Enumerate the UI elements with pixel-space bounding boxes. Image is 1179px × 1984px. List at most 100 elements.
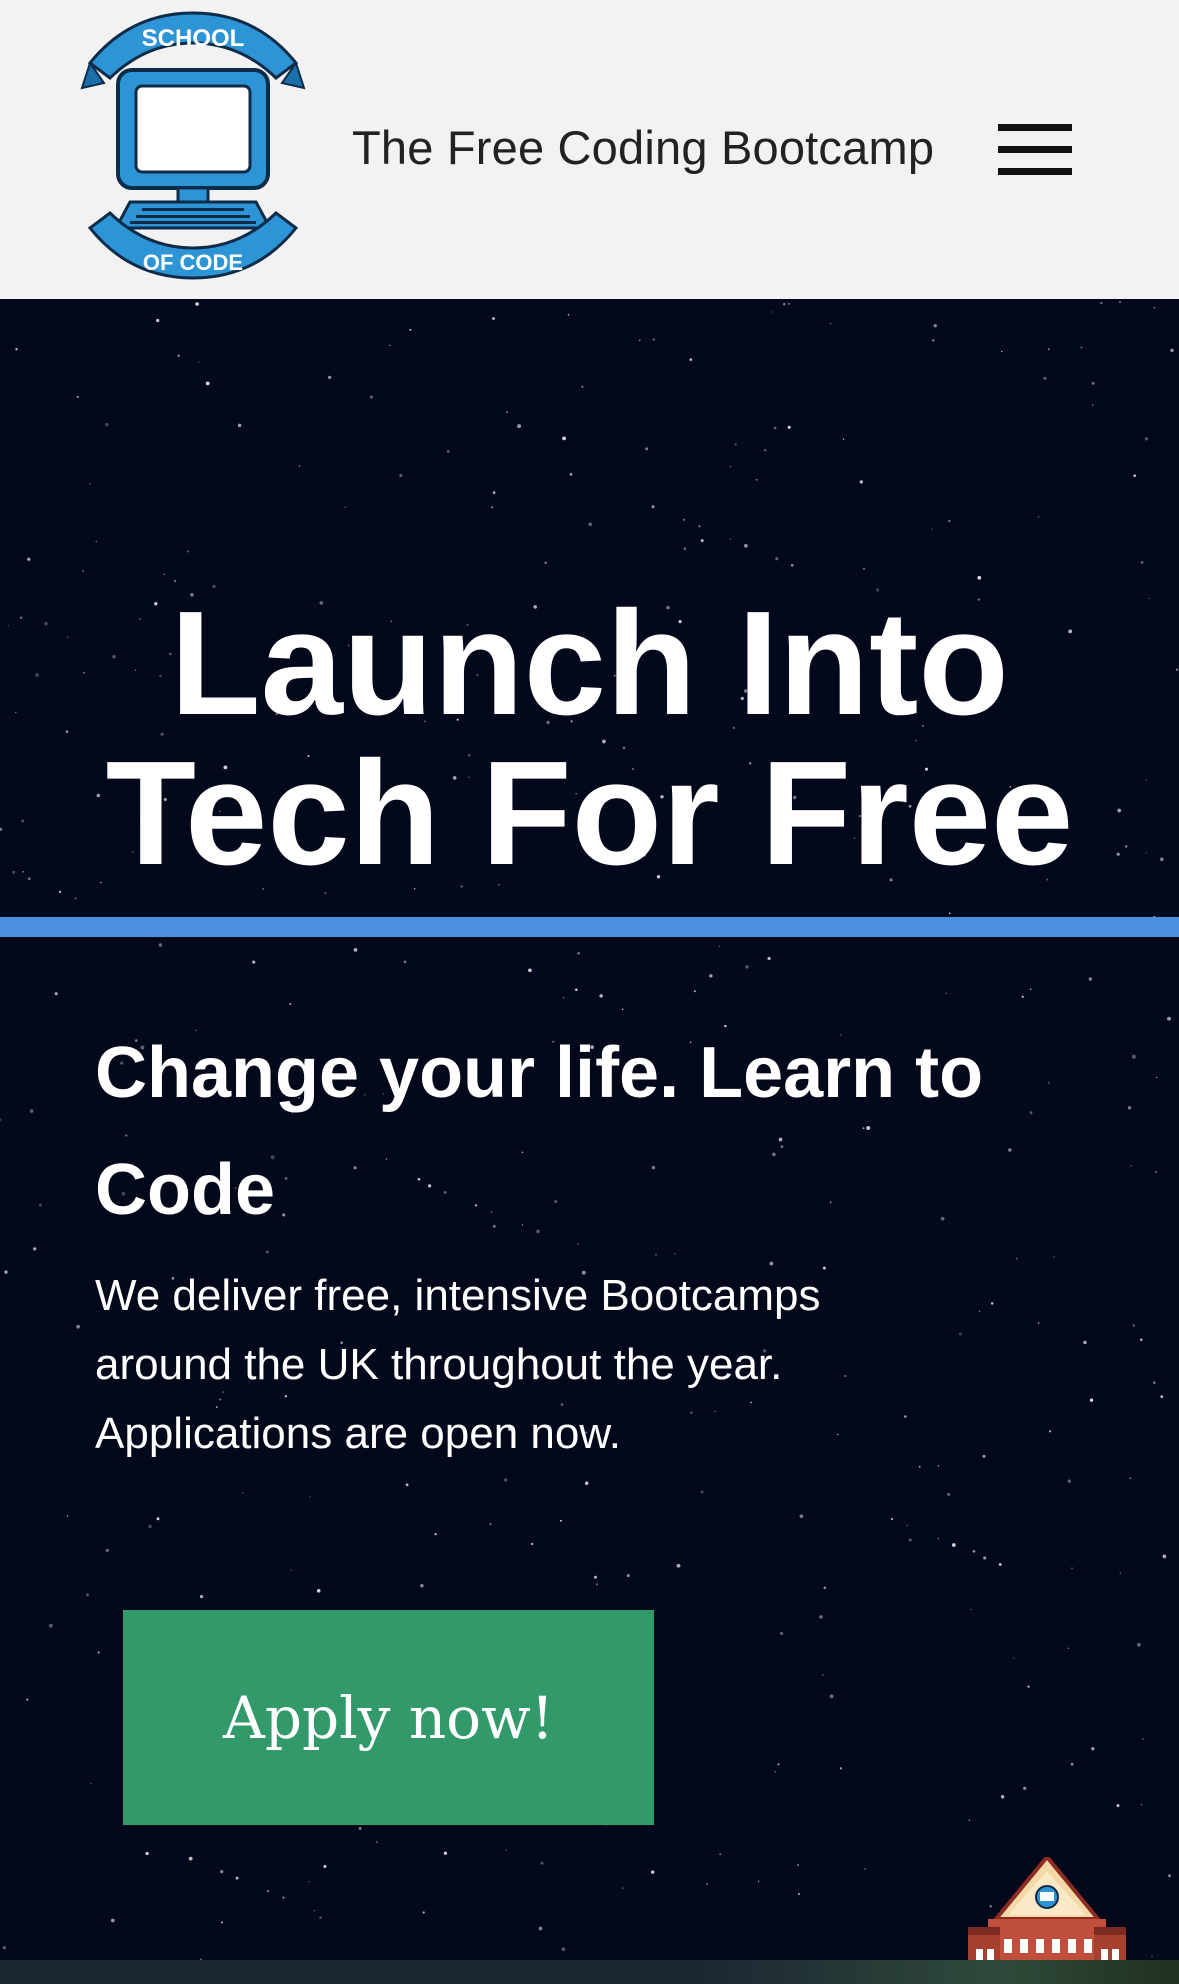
star xyxy=(308,1880,310,1883)
star xyxy=(265,1250,269,1254)
star xyxy=(561,1947,566,1952)
star xyxy=(1160,1395,1164,1399)
star xyxy=(567,313,570,316)
star xyxy=(1142,1738,1144,1740)
star xyxy=(700,1490,704,1494)
star xyxy=(156,1517,160,1521)
star xyxy=(1140,561,1144,564)
star xyxy=(344,506,347,509)
star xyxy=(198,361,200,363)
star xyxy=(1118,301,1122,304)
star xyxy=(105,422,109,427)
star xyxy=(389,344,391,347)
star xyxy=(621,1887,624,1889)
star xyxy=(1168,1874,1171,1878)
star xyxy=(1067,1647,1070,1650)
star xyxy=(242,1492,244,1494)
star xyxy=(968,1819,971,1822)
star xyxy=(599,994,603,998)
star xyxy=(788,303,790,305)
star xyxy=(709,974,713,978)
star xyxy=(652,338,655,341)
star xyxy=(978,1310,981,1312)
star xyxy=(33,1247,37,1251)
star xyxy=(323,1865,327,1868)
star xyxy=(581,385,584,388)
star xyxy=(823,1586,827,1589)
star xyxy=(734,443,737,446)
apply-now-button[interactable]: Apply now! xyxy=(123,1610,654,1825)
star xyxy=(289,1002,292,1005)
star xyxy=(358,1827,362,1830)
headline-line-1: Launch Into xyxy=(170,581,1009,746)
hero-description: We deliver free, intensive Bootcamps aro… xyxy=(95,1271,821,1458)
star xyxy=(506,411,508,413)
star xyxy=(594,1575,597,1579)
star xyxy=(54,992,58,996)
star xyxy=(693,990,696,993)
star xyxy=(205,381,210,386)
star xyxy=(267,1890,270,1893)
logo-bottom-text: OF CODE xyxy=(143,250,243,275)
star xyxy=(842,438,845,440)
star xyxy=(755,479,758,481)
star xyxy=(59,890,62,893)
hamburger-menu-icon[interactable] xyxy=(998,124,1072,176)
star xyxy=(492,317,495,320)
site-tagline: The Free Coding Bootcamp xyxy=(352,121,935,174)
star xyxy=(797,1892,800,1896)
star xyxy=(422,1911,425,1914)
star xyxy=(1080,346,1083,349)
star xyxy=(745,965,749,969)
hero-headline: Launch Into Tech For Free xyxy=(0,589,1179,889)
star xyxy=(505,1849,508,1852)
star xyxy=(353,948,358,952)
star xyxy=(290,1569,292,1572)
star xyxy=(313,1909,316,1912)
star xyxy=(626,1574,630,1578)
star xyxy=(2,1946,6,1950)
star xyxy=(933,324,937,328)
star xyxy=(85,1593,90,1597)
star xyxy=(89,482,91,485)
star xyxy=(767,956,771,961)
star xyxy=(434,1532,437,1536)
star xyxy=(82,570,84,572)
star xyxy=(1029,988,1032,990)
star xyxy=(1001,350,1003,353)
star xyxy=(977,575,982,580)
star xyxy=(797,1864,799,1866)
star xyxy=(1100,301,1103,305)
star xyxy=(906,1524,909,1527)
star xyxy=(1119,1572,1122,1574)
star xyxy=(1127,1106,1132,1110)
star xyxy=(528,968,532,973)
star xyxy=(4,1270,8,1274)
star xyxy=(562,997,565,999)
star xyxy=(1047,348,1050,351)
star xyxy=(588,522,593,527)
star xyxy=(1133,474,1136,477)
star xyxy=(97,1651,100,1654)
star xyxy=(770,311,773,313)
star xyxy=(937,1537,939,1540)
star xyxy=(540,1861,544,1865)
star xyxy=(700,539,704,543)
star xyxy=(1167,1016,1171,1021)
star xyxy=(958,1332,962,1336)
star xyxy=(859,480,863,484)
star xyxy=(689,358,693,361)
star xyxy=(1000,1795,1005,1799)
star xyxy=(110,1918,115,1923)
star xyxy=(931,528,933,531)
star xyxy=(177,354,180,358)
star xyxy=(1151,1955,1153,1958)
bottom-bar xyxy=(0,1960,1179,1984)
school-of-code-logo[interactable]: SCHOOL OF CODE xyxy=(80,8,306,280)
star xyxy=(651,505,655,509)
star xyxy=(1140,1338,1143,1341)
star xyxy=(38,1203,42,1207)
star xyxy=(819,1615,823,1619)
star xyxy=(158,943,163,947)
star xyxy=(947,1492,951,1496)
